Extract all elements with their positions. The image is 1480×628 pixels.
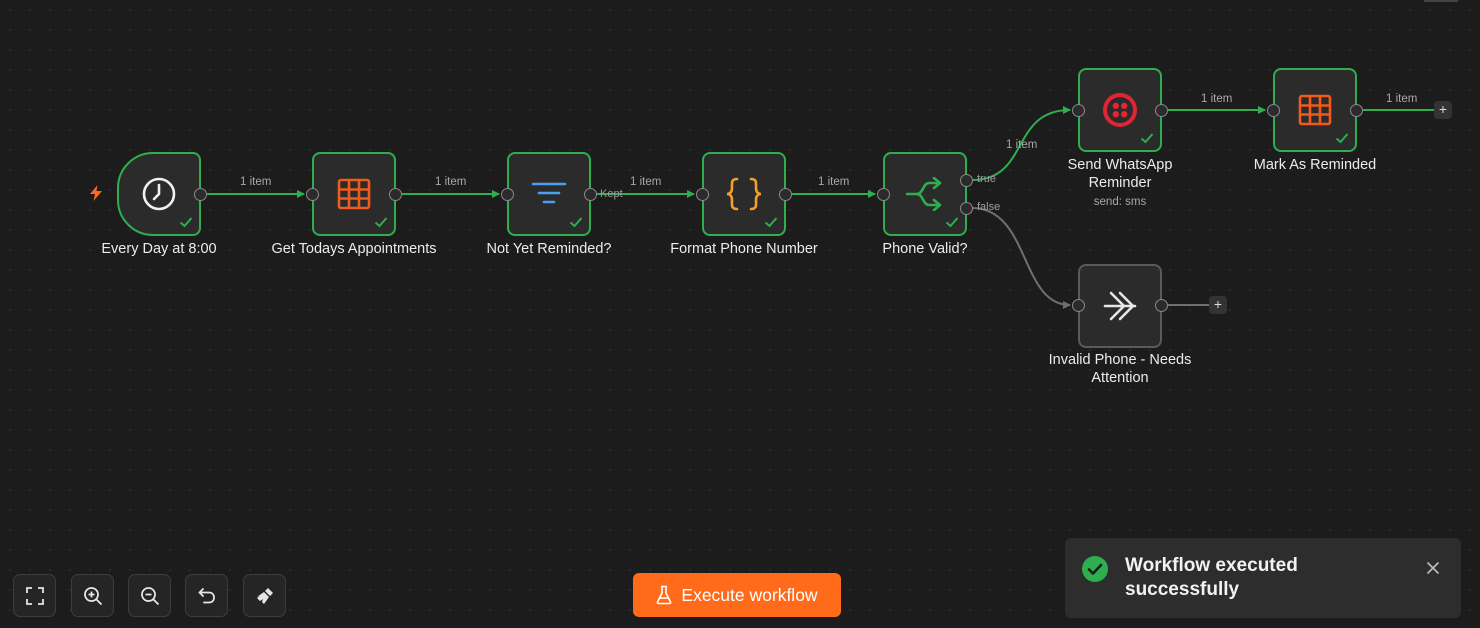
fit-view-icon: [25, 586, 44, 605]
edge-item-count: 1 item: [1006, 139, 1038, 151]
node-label: Every Day at 8:00: [101, 241, 217, 257]
top-right-indicator: [1424, 0, 1458, 2]
edge-item-count: 1 item: [1386, 93, 1418, 105]
output-handle[interactable]: [1155, 104, 1168, 117]
success-check-icon: [374, 217, 388, 228]
node-label: Invalid Phone - Needs Attention: [1048, 352, 1192, 386]
undo-button[interactable]: [185, 574, 228, 617]
input-handle[interactable]: [877, 188, 890, 201]
close-icon[interactable]: [1426, 561, 1440, 575]
output-handle[interactable]: [1350, 104, 1363, 117]
connections-layer: [207, 106, 1434, 309]
edge-item-count: 1 item: [630, 176, 662, 188]
node-format-phone[interactable]: [702, 152, 786, 236]
success-check-icon: [1140, 133, 1154, 144]
toast-message: Workflow executed successfully: [1125, 555, 1298, 600]
table-icon: [337, 178, 371, 210]
trigger-bolt-icon: [90, 185, 102, 201]
output-handle[interactable]: [389, 188, 402, 201]
output-handle[interactable]: [1155, 299, 1168, 312]
input-handle[interactable]: [1072, 104, 1085, 117]
input-handle[interactable]: [501, 188, 514, 201]
node-phone-valid[interactable]: [883, 152, 967, 236]
success-check-icon: [764, 217, 778, 228]
output-handle[interactable]: [194, 188, 207, 201]
flask-icon: [656, 585, 672, 605]
success-check-circle-icon: [1082, 556, 1108, 582]
node-not-yet-reminded[interactable]: [507, 152, 591, 236]
if-branch-icon: [905, 177, 942, 211]
input-handle[interactable]: [696, 188, 709, 201]
execute-workflow-button[interactable]: Execute workflow: [633, 573, 841, 617]
node-mark-reminded[interactable]: [1273, 68, 1357, 152]
input-handle[interactable]: [306, 188, 319, 201]
edge-item-count: 1 item: [435, 176, 467, 188]
table-icon: [1298, 94, 1332, 126]
edge-item-count: 1 item: [1201, 93, 1233, 105]
add-node-plus-button[interactable]: +: [1209, 296, 1227, 314]
node-send-whatsapp[interactable]: [1078, 68, 1162, 152]
node-every-day[interactable]: [117, 152, 201, 236]
port-label-true: true: [977, 173, 996, 185]
workflow-canvas[interactable]: Every Day at 8:00 Get Todays Appointment…: [0, 0, 1480, 628]
zoom-in-button[interactable]: [71, 574, 114, 617]
node-label: Not Yet Reminded?: [486, 241, 612, 257]
output-handle-true[interactable]: [960, 174, 973, 187]
input-handle[interactable]: [1267, 104, 1280, 117]
node-subtitle: send: sms: [1093, 196, 1147, 208]
success-check-icon: [569, 217, 583, 228]
success-toast: Workflow executed successfully: [1065, 538, 1461, 618]
success-check-icon: [1335, 133, 1349, 144]
clock-icon: [142, 177, 176, 211]
fit-view-button[interactable]: [13, 574, 56, 617]
zoom-in-icon: [83, 586, 102, 605]
no-op-icon: [1103, 291, 1137, 321]
output-handle[interactable]: [779, 188, 792, 201]
port-label-false: false: [977, 201, 1001, 213]
broom-icon: [256, 587, 273, 604]
undo-icon: [198, 587, 215, 603]
tidy-up-button[interactable]: [243, 574, 286, 617]
add-node-plus-button[interactable]: +: [1434, 101, 1452, 119]
input-handle[interactable]: [1072, 299, 1085, 312]
output-handle-false[interactable]: [960, 202, 973, 215]
node-label: Phone Valid?: [882, 241, 968, 257]
node-label: Get Todays Appointments: [271, 241, 437, 257]
code-braces-icon: [726, 177, 762, 211]
edge-item-count: 1 item: [818, 176, 850, 188]
success-check-icon: [179, 217, 193, 228]
node-label: Send WhatsApp Reminder: [1067, 157, 1173, 191]
port-label-kept: Kept: [600, 188, 623, 200]
node-get-appointments[interactable]: [312, 152, 396, 236]
zoom-out-button[interactable]: [128, 574, 171, 617]
zoom-out-icon: [140, 586, 159, 605]
twilio-icon: [1103, 93, 1137, 127]
output-handle[interactable]: [584, 188, 597, 201]
filter-icon: [531, 182, 567, 204]
execute-workflow-label: Execute workflow: [681, 584, 818, 605]
edge-item-count: 1 item: [240, 176, 272, 188]
node-label: Mark As Reminded: [1253, 157, 1377, 173]
success-check-icon: [945, 217, 959, 228]
node-invalid-phone[interactable]: [1078, 264, 1162, 348]
node-label: Format Phone Number: [670, 241, 818, 257]
